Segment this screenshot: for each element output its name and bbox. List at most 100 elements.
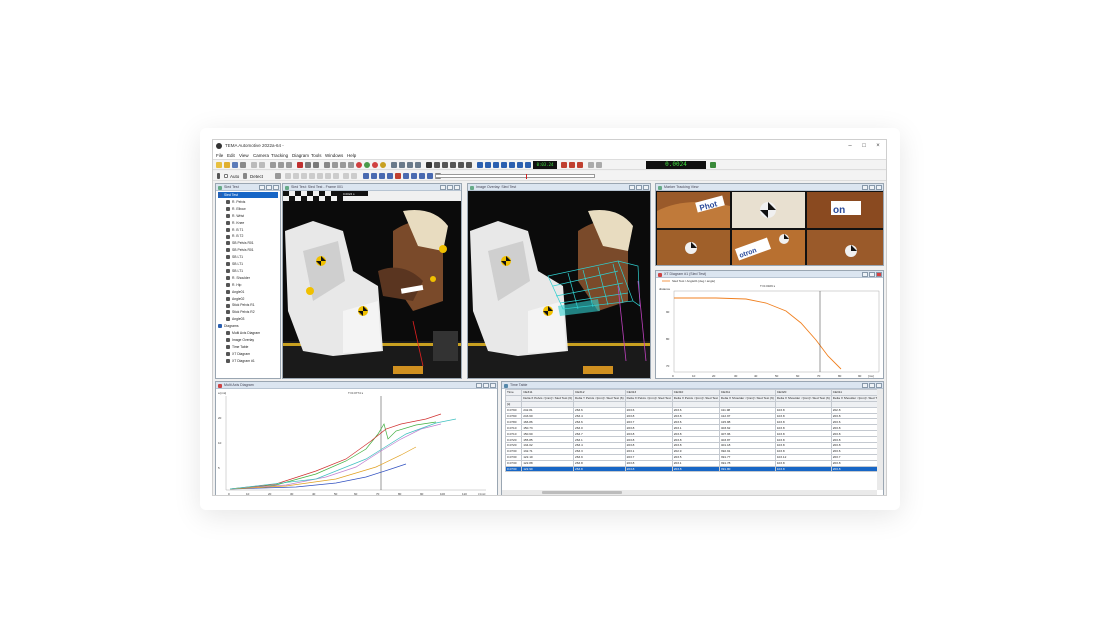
filter-icon[interactable]	[275, 173, 281, 179]
diagram-icon-5[interactable]	[395, 173, 401, 179]
bounce-icon[interactable]	[569, 162, 575, 168]
pointer-icon[interactable]	[426, 162, 432, 168]
next-frame-icon[interactable]	[517, 162, 523, 168]
speed-icon[interactable]	[577, 162, 583, 168]
tree-item[interactable]: Angle01	[226, 289, 244, 295]
analysis-icon-9[interactable]	[351, 173, 357, 179]
play-icon[interactable]	[509, 162, 515, 168]
diagram-icon-9[interactable]	[427, 173, 433, 179]
menu-view[interactable]: View	[239, 153, 249, 158]
tree-item[interactable]: Sled Test	[218, 192, 278, 198]
panel-close-button[interactable]	[490, 383, 496, 388]
pause-icon[interactable]	[380, 162, 386, 168]
panel-maximize-button[interactable]	[636, 185, 642, 190]
track-area-icon[interactable]	[442, 162, 448, 168]
diagram-icon-6[interactable]	[403, 173, 409, 179]
tree-item[interactable]: SB Pelvis R01	[226, 240, 254, 246]
analysis-icon-8[interactable]	[343, 173, 349, 179]
menu-edit[interactable]: Edit	[227, 153, 235, 158]
tree-item[interactable]: XT Diagram	[226, 351, 250, 357]
tree-item[interactable]: R. B T1	[226, 227, 243, 233]
tree-item[interactable]: R. Pelvis	[226, 199, 245, 205]
panel-close-button[interactable]	[273, 185, 279, 190]
menu-diagram[interactable]: Diagram	[292, 153, 309, 158]
frame-icon[interactable]	[324, 162, 330, 168]
analysis-icon-6[interactable]	[325, 173, 331, 179]
cut-icon[interactable]	[270, 162, 276, 168]
table-vertical-scrollbar[interactable]	[877, 389, 883, 490]
timeline-cursor[interactable]	[526, 174, 527, 179]
tile-icon[interactable]	[340, 162, 346, 168]
tree-item[interactable]: R. Shoulder	[226, 275, 250, 281]
diagram-icon-2[interactable]	[371, 173, 377, 179]
first-frame-icon[interactable]	[477, 162, 483, 168]
tree-item[interactable]: Time Table	[226, 344, 248, 350]
tree-item[interactable]: Angle03	[226, 316, 244, 322]
panel-close-button[interactable]	[454, 185, 460, 190]
delete-icon[interactable]	[297, 162, 303, 168]
paste-icon[interactable]	[286, 162, 292, 168]
tree-item[interactable]: SB LT1	[226, 268, 243, 274]
analysis-icon-5[interactable]	[317, 173, 323, 179]
panel-minimize-button[interactable]	[862, 383, 868, 388]
tree-item[interactable]: Stick Pelvis R2	[226, 309, 255, 315]
panel-maximize-button[interactable]	[447, 185, 453, 190]
redo-icon[interactable]	[259, 162, 265, 168]
analysis-icon-1[interactable]	[285, 173, 291, 179]
panel-maximize-button[interactable]	[266, 185, 272, 190]
panel-minimize-button[interactable]	[862, 272, 868, 277]
go-icon[interactable]	[364, 162, 370, 168]
tree-item[interactable]: R. B T2	[226, 233, 243, 239]
fit-icon[interactable]	[415, 162, 421, 168]
diagram-icon-1[interactable]	[363, 173, 369, 179]
tree-item[interactable]: Multi Axis Diagram	[226, 330, 260, 336]
tree-item[interactable]: SB LT1	[226, 261, 243, 267]
properties-icon[interactable]	[305, 162, 311, 168]
cascade-icon[interactable]	[348, 162, 354, 168]
timeline-slider[interactable]	[435, 174, 595, 179]
tree-item[interactable]: Stick Pelvis R1	[226, 302, 255, 308]
panel-maximize-button[interactable]	[869, 185, 875, 190]
panel-maximize-button[interactable]	[869, 383, 875, 388]
panel-close-button[interactable]	[643, 185, 649, 190]
diagram-icon-4[interactable]	[387, 173, 393, 179]
analysis-icon-2[interactable]	[293, 173, 299, 179]
panel-minimize-button[interactable]	[476, 383, 482, 388]
zoom-in-icon[interactable]	[399, 162, 405, 168]
zoom-out-icon[interactable]	[407, 162, 413, 168]
menu-tools[interactable]: Tools	[311, 153, 322, 158]
auto-checkbox[interactable]	[224, 174, 228, 178]
panel-minimize-button[interactable]	[440, 185, 446, 190]
analysis-icon-7[interactable]	[333, 173, 339, 179]
table-row[interactable]: 0.0730 122.90 263.8 203.8 203.8 391.80 103.8 20…	[504, 465, 883, 473]
tree-item[interactable]: R. Elbow	[226, 206, 246, 212]
menu-file[interactable]: File	[216, 153, 223, 158]
xt-chart[interactable]: Sled Test / Angle01 [deg / angle] T=0.03…	[656, 278, 884, 379]
tree-item[interactable]: R. Knee	[226, 220, 244, 226]
tree-item[interactable]: R. Wrist	[226, 213, 244, 219]
tree-item[interactable]: Angle02	[226, 296, 244, 302]
diagram-icon-3[interactable]	[379, 173, 385, 179]
panel-maximize-button[interactable]	[869, 272, 875, 277]
table-scroll-thumb[interactable]	[542, 491, 622, 494]
menu-camera[interactable]: Camera	[253, 153, 269, 158]
panel-close-button[interactable]	[876, 383, 882, 388]
layout-icon[interactable]	[313, 162, 319, 168]
camera-icon[interactable]	[391, 162, 397, 168]
sync-icon[interactable]	[588, 162, 594, 168]
camera-1-image[interactable]: 0.0024 s	[283, 191, 461, 378]
panel-close-button[interactable]	[876, 185, 882, 190]
tree-item[interactable]: R. Hip	[226, 282, 241, 288]
panel-minimize-button[interactable]	[259, 185, 265, 190]
last-frame-icon[interactable]	[525, 162, 531, 168]
time-table[interactable]: Time CE311 CE312 CE313 CE310 CE311 CE320 CE311 D…	[504, 389, 883, 473]
detect-icon[interactable]	[243, 173, 247, 179]
diagram-icon-7[interactable]	[411, 173, 417, 179]
tree-item[interactable]: SB Pelvis R01	[226, 247, 254, 253]
panel-minimize-button[interactable]	[862, 185, 868, 190]
window-icon[interactable]	[332, 162, 338, 168]
panel-close-button[interactable]	[876, 272, 882, 277]
close-button[interactable]: ×	[873, 142, 883, 150]
track-point-icon[interactable]	[434, 162, 440, 168]
analysis-icon-3[interactable]	[301, 173, 307, 179]
